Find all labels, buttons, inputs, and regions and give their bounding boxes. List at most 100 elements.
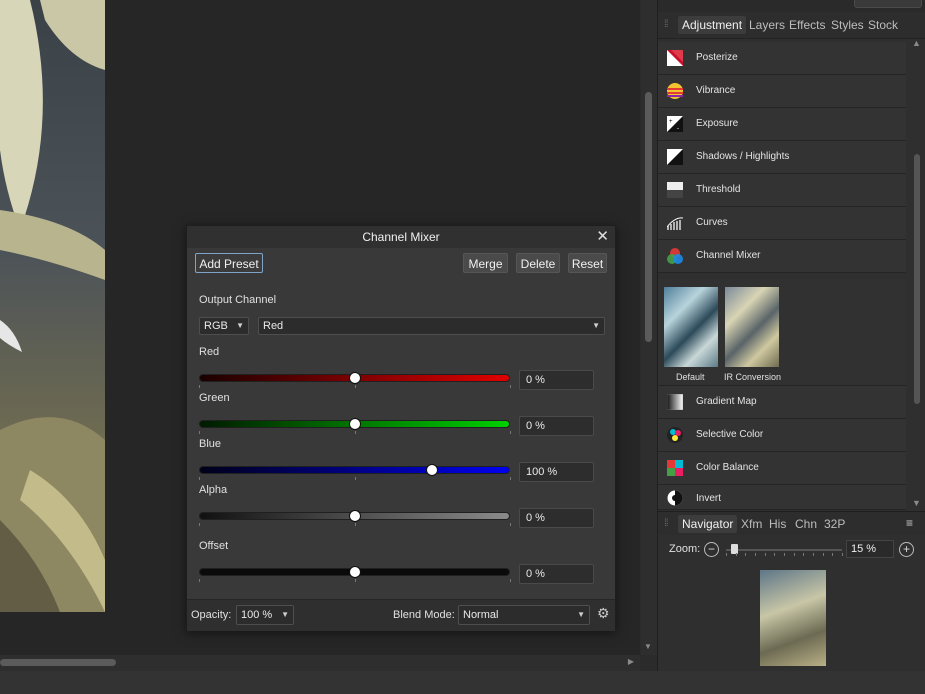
adjustment-item-gradient-map[interactable]: Gradient Map xyxy=(658,386,906,419)
adjustment-item-shadows-highlights[interactable]: Shadows / Highlights xyxy=(658,141,906,174)
blend-mode-label: Blend Mode: xyxy=(393,609,455,621)
dialog-footer: Opacity: 100 % ▼ Blend Mode: Normal ▼ ⚙ xyxy=(187,599,615,631)
panel-grip-icon[interactable]: ⁞⁞ xyxy=(664,518,668,529)
tick-mark xyxy=(199,431,200,434)
top-strip xyxy=(658,0,925,12)
output-channel-select[interactable]: Red ▼ xyxy=(258,317,605,335)
offset-slider-thumb[interactable] xyxy=(348,566,361,578)
adjustment-item-color-balance[interactable]: Color Balance xyxy=(658,452,906,485)
color-balance-icon xyxy=(667,460,683,476)
zoom-slider[interactable] xyxy=(726,544,842,554)
adjustment-scroll-thumb[interactable] xyxy=(914,154,920,404)
canvas-horizontal-scrollbar[interactable]: ▶ xyxy=(0,655,640,671)
add-preset-button[interactable]: Add Preset xyxy=(195,253,263,273)
zoom-tick-mark xyxy=(735,553,737,556)
alpha-slider-label: Alpha xyxy=(199,484,228,496)
gradient-map-icon xyxy=(667,394,683,410)
navigator-tabs: ⁞⁞ Navigator Xfm His Chn 32P ≡ xyxy=(658,511,925,536)
tick-mark xyxy=(354,385,356,388)
tab-xfm[interactable]: Xfm xyxy=(737,515,766,533)
tick-mark xyxy=(354,523,356,526)
blend-mode-select[interactable]: Normal ▼ xyxy=(458,605,590,625)
top-field[interactable] xyxy=(854,0,922,8)
adjustment-label: Gradient Map xyxy=(696,396,757,407)
alpha-value-field[interactable]: 0 % xyxy=(519,508,594,528)
tab-32p[interactable]: 32P xyxy=(820,515,849,533)
tick-mark xyxy=(510,431,511,434)
tab-adjustment[interactable]: Adjustment xyxy=(678,16,747,34)
blue-slider[interactable] xyxy=(199,464,510,476)
merge-button[interactable]: Merge xyxy=(463,253,508,273)
delete-button[interactable]: Delete xyxy=(516,253,560,273)
red-slider-thumb[interactable] xyxy=(348,372,361,384)
red-value-field[interactable]: 0 % xyxy=(519,370,594,390)
tab-chn[interactable]: Chn xyxy=(791,515,821,533)
tick-mark xyxy=(354,579,356,582)
tab-layers[interactable]: Layers xyxy=(745,16,789,34)
svg-text:-: - xyxy=(677,126,679,132)
tick-mark xyxy=(510,579,511,582)
svg-text:+: + xyxy=(669,119,673,125)
tab-navigator[interactable]: Navigator xyxy=(678,515,738,533)
tick-mark xyxy=(510,477,511,480)
green-slider[interactable] xyxy=(199,418,510,430)
tab-effects[interactable]: Effects xyxy=(785,16,829,34)
alpha-slider-thumb[interactable] xyxy=(348,510,361,522)
zoom-tick-mark xyxy=(822,553,824,556)
scroll-down-arrow-icon[interactable]: ▼ xyxy=(912,498,921,508)
output-channel-label: Output Channel xyxy=(199,294,277,306)
right-panel: ⁞⁞ Adjustment Layers Effects Styles Stoc… xyxy=(657,0,925,671)
adjustment-item-posterize[interactable]: Posterize xyxy=(658,42,906,75)
adjustment-label: Color Balance xyxy=(696,462,759,473)
navigator-preview[interactable] xyxy=(760,570,826,666)
offset-slider-label: Offset xyxy=(199,540,229,552)
panel-menu-icon[interactable]: ≡ xyxy=(906,516,913,530)
scroll-right-arrow-icon[interactable]: ▶ xyxy=(628,657,634,666)
horizontal-scroll-thumb[interactable] xyxy=(0,659,116,666)
tab-stock[interactable]: Stock xyxy=(864,16,902,34)
scroll-down-arrow-icon[interactable]: ▼ xyxy=(644,642,652,651)
adjustment-item-selective-color[interactable]: Selective Color xyxy=(658,419,906,452)
alpha-slider[interactable] xyxy=(199,510,510,522)
adjustment-item-vibrance[interactable]: Vibrance xyxy=(658,75,906,108)
chevron-down-icon: ▼ xyxy=(236,321,244,330)
zoom-value-field[interactable]: 15 % xyxy=(846,540,894,558)
adjustment-item-curves[interactable]: Curves xyxy=(658,207,906,240)
red-slider[interactable] xyxy=(199,372,510,384)
zoom-in-icon[interactable]: + xyxy=(899,542,914,557)
green-slider-thumb[interactable] xyxy=(348,418,361,430)
chevron-down-icon: ▼ xyxy=(281,610,289,619)
zoom-tick-mark xyxy=(726,553,727,556)
tab-his[interactable]: His xyxy=(765,515,790,533)
blue-value-field[interactable]: 100 % xyxy=(519,462,594,482)
blue-slider-thumb[interactable] xyxy=(425,464,438,476)
close-icon[interactable]: ✕ xyxy=(596,228,609,246)
panel-grip-icon[interactable]: ⁞⁞ xyxy=(664,19,668,30)
adjustment-item-threshold[interactable]: Threshold xyxy=(658,174,906,207)
gear-icon[interactable]: ⚙ xyxy=(597,605,610,622)
status-bar xyxy=(0,671,925,694)
tab-styles[interactable]: Styles xyxy=(827,16,868,34)
opacity-select[interactable]: 100 % ▼ xyxy=(236,605,294,625)
vibrance-icon xyxy=(667,83,683,99)
scroll-up-arrow-icon[interactable]: ▲ xyxy=(912,38,921,48)
blue-slider-label: Blue xyxy=(199,438,222,450)
adjustment-scrollbar[interactable]: ▲ ▼ xyxy=(910,38,924,508)
tick-mark xyxy=(199,523,200,526)
color-space-select[interactable]: RGB ▼ xyxy=(199,317,249,335)
preset-ir-conversion[interactable]: IR Conversion xyxy=(724,287,781,382)
canvas-vertical-scrollbar[interactable]: ▼ xyxy=(641,0,657,655)
zoom-out-icon[interactable]: − xyxy=(704,542,719,557)
green-value-field[interactable]: 0 % xyxy=(519,416,594,436)
adjustment-item-invert[interactable]: Invert xyxy=(658,485,906,510)
offset-slider[interactable] xyxy=(199,566,510,578)
offset-value-field[interactable]: 0 % xyxy=(519,564,594,584)
adjustment-item-channel-mixer[interactable]: Channel Mixer xyxy=(658,240,906,273)
preset-default[interactable]: Default xyxy=(664,287,718,382)
reset-button[interactable]: Reset xyxy=(568,253,607,273)
adjustment-item-exposure[interactable]: + - Exposure xyxy=(658,108,906,141)
vertical-scroll-thumb[interactable] xyxy=(645,92,652,342)
adjustment-label: Selective Color xyxy=(696,429,764,440)
dialog-title: Channel Mixer xyxy=(187,226,615,248)
adjustment-label: Vibrance xyxy=(696,85,736,96)
